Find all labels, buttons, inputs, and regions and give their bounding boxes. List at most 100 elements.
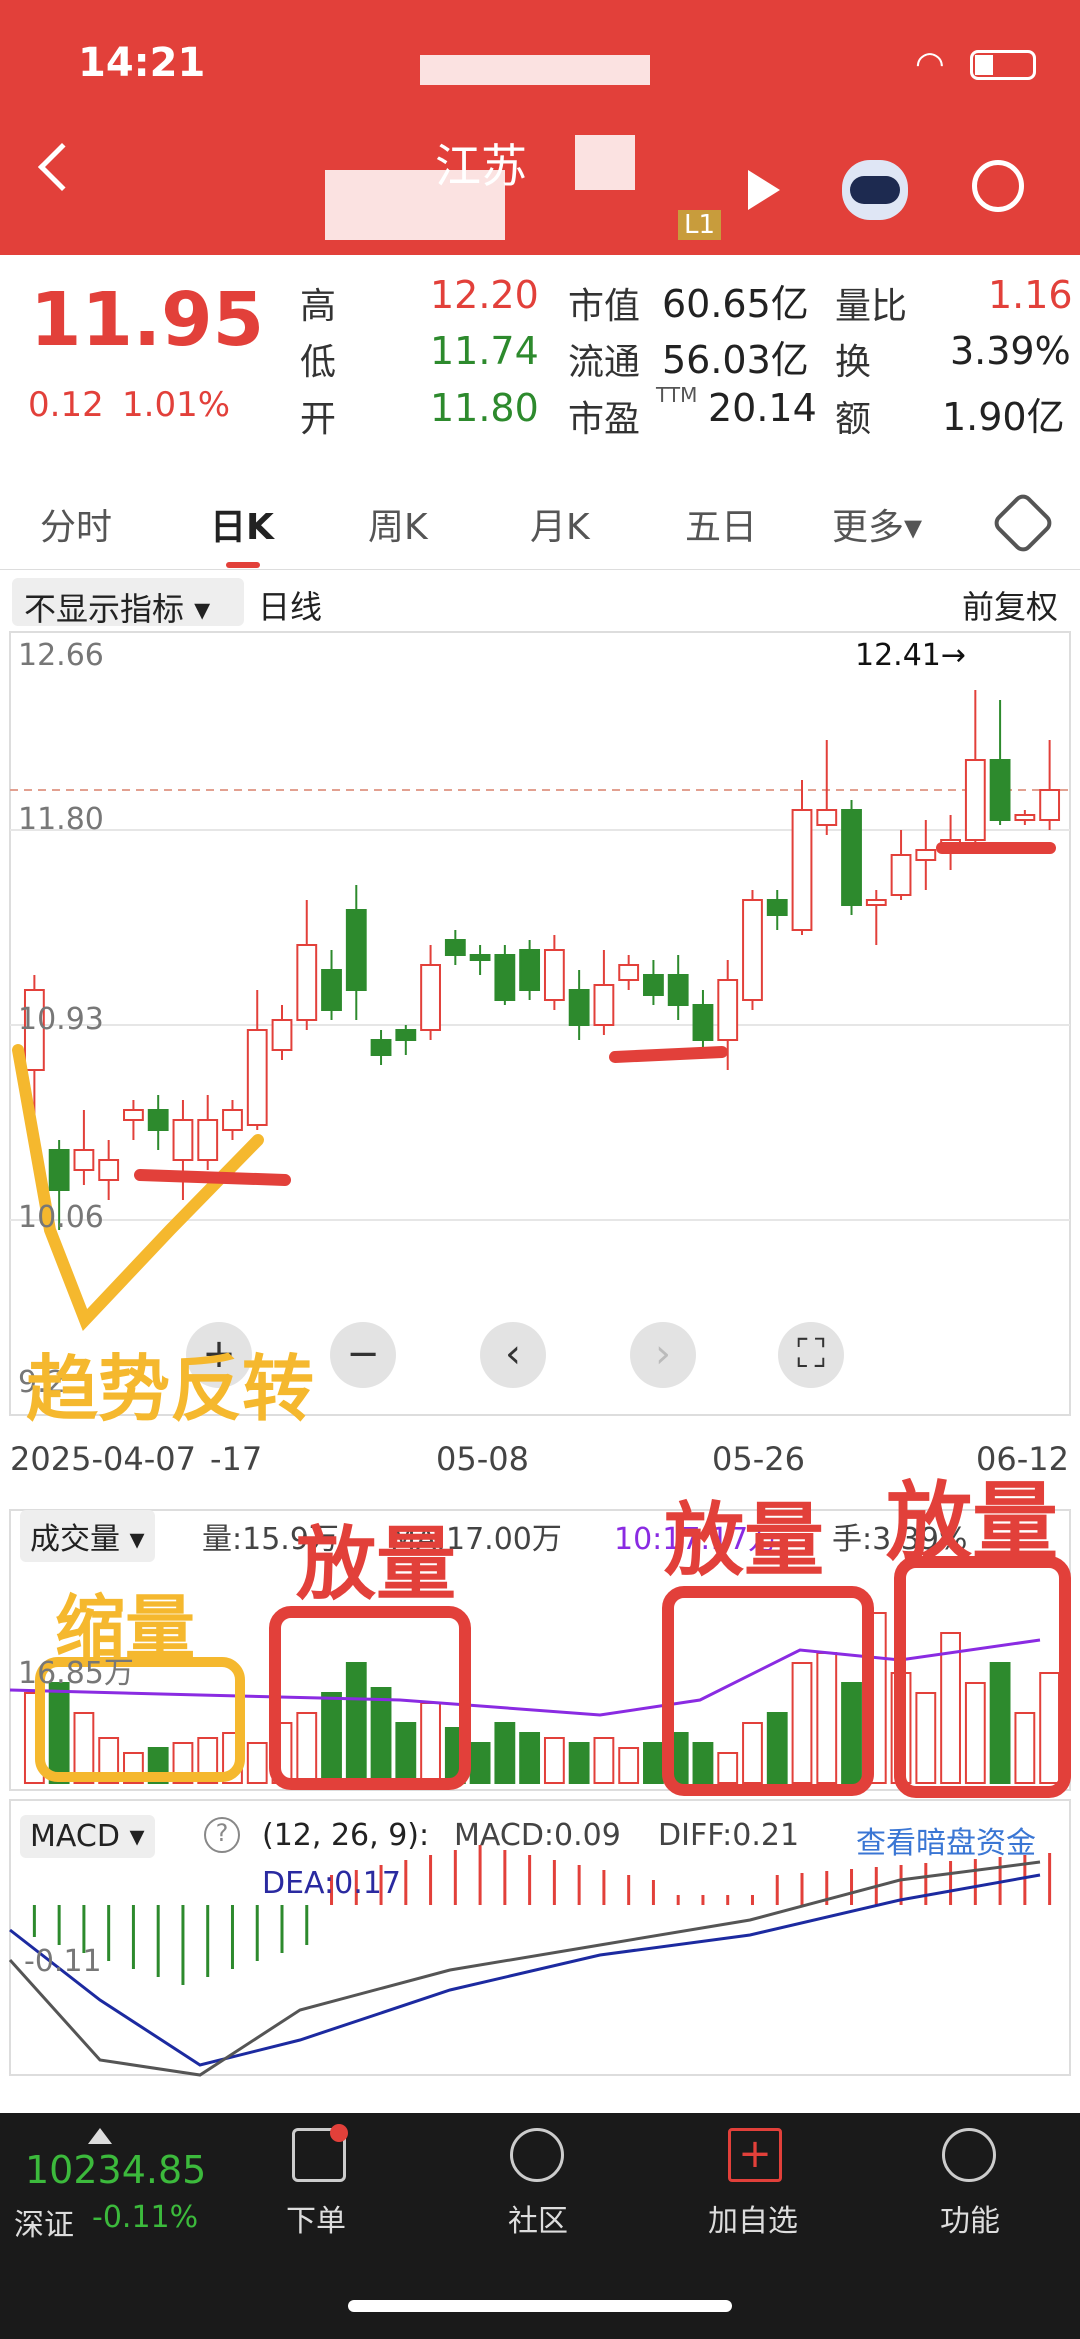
candle-body — [420, 964, 441, 1031]
candle-body — [568, 989, 590, 1026]
candle-body — [964, 759, 986, 841]
annotation-trend: 趋势反转 — [26, 1347, 315, 1431]
candle-body — [123, 1109, 144, 1121]
volume-bar — [989, 1662, 1011, 1784]
volume-bar — [345, 1662, 367, 1784]
dea-value: DEA:0.17 — [262, 1866, 401, 1901]
candle-body — [73, 1149, 95, 1171]
dea-line — [9, 1873, 1041, 2067]
diff-value: DIFF:0.21 — [658, 1818, 800, 1853]
help-icon[interactable]: ? — [204, 1817, 240, 1853]
volume-bar — [246, 1742, 268, 1784]
candle-body — [667, 974, 689, 1006]
volume-bar — [940, 1632, 961, 1784]
zoom-out-button[interactable]: − — [330, 1322, 396, 1388]
candle-body — [618, 964, 640, 981]
volume-bar — [296, 1712, 318, 1784]
candle-body — [444, 939, 466, 956]
candle-body — [643, 974, 664, 996]
candle-body — [816, 809, 838, 826]
nav-add-watchlist[interactable]: 加自选 — [708, 2196, 798, 2240]
volume-dropdown[interactable]: 成交量 ▾ — [20, 1510, 155, 1562]
candle-body — [246, 1029, 268, 1126]
nav-order[interactable]: 下单 — [286, 2196, 346, 2240]
x-label: 2025-04-07 — [10, 1440, 196, 1478]
menu-icon[interactable] — [942, 2128, 996, 2182]
scroll-left-button[interactable]: ‹ — [480, 1322, 546, 1388]
index-value[interactable]: 10234.85 — [25, 2148, 206, 2192]
candle-body — [692, 1004, 714, 1041]
volume-bar — [964, 1682, 986, 1784]
candle-body — [321, 969, 342, 1011]
candle-body — [222, 1109, 243, 1131]
candle-body — [890, 854, 912, 896]
candle-body — [915, 849, 937, 861]
candle-body — [296, 944, 318, 1021]
order-badge — [330, 2124, 348, 2142]
volume-bar — [543, 1737, 565, 1784]
home-indicator — [348, 2300, 732, 2312]
volume-bar — [395, 1722, 417, 1784]
index-name: 深证 — [14, 2208, 74, 2243]
candle-body — [469, 954, 491, 961]
volume-bar — [1039, 1672, 1061, 1784]
y-tick: 10.06 — [18, 1200, 104, 1235]
candle-body — [717, 979, 739, 1041]
candle-body — [766, 899, 788, 916]
x-label: 05-26 — [712, 1440, 805, 1478]
volume-bar — [1014, 1712, 1036, 1784]
macd-value: MACD:0.09 — [454, 1818, 621, 1853]
candle-body — [865, 899, 887, 906]
index-change: -0.11% — [92, 2200, 199, 2235]
fullscreen-button[interactable]: ⛶ — [778, 1322, 844, 1388]
index-up-icon — [88, 2128, 112, 2144]
candle-body — [742, 899, 763, 1001]
volume-bar — [717, 1752, 739, 1784]
y-tick: 10.93 — [18, 1002, 104, 1037]
volume-bar — [370, 1687, 392, 1784]
volume-bar — [742, 1722, 763, 1784]
volume-bar — [841, 1682, 862, 1784]
candle-body — [345, 909, 367, 991]
annotation-expand-2: 放量 — [664, 1494, 824, 1587]
annotation-expand-1: 放量 — [296, 1518, 456, 1611]
candle-body — [494, 954, 516, 1001]
y-tick: 11.80 — [18, 802, 104, 837]
volume-bar — [618, 1747, 640, 1784]
chart-frame — [9, 631, 1071, 1416]
volume-bar — [469, 1742, 491, 1784]
max-price-label: 12.41→ — [855, 638, 967, 673]
volume-bar — [494, 1722, 516, 1784]
candle-body — [1039, 789, 1061, 821]
candle-body — [271, 1019, 293, 1051]
macd-scale: -0.11 — [24, 1944, 102, 1979]
nav-function[interactable]: 功能 — [940, 2196, 1000, 2240]
volume-bar — [519, 1732, 541, 1784]
volume-bar — [791, 1662, 813, 1784]
candle-body — [48, 1149, 70, 1191]
volume-bar — [48, 1682, 70, 1784]
annotation-shrink: 缩量 — [55, 1587, 195, 1669]
hidden-fund-link[interactable]: 查看暗盘资金 — [856, 1818, 1036, 1862]
candle-body — [1014, 814, 1036, 821]
candle-body — [98, 1159, 120, 1181]
annotation-expand-3: 放量 — [886, 1473, 1058, 1573]
candle-body — [519, 949, 541, 991]
macd-dropdown[interactable]: MACD ▾ — [20, 1815, 155, 1858]
volume-bar — [766, 1712, 788, 1784]
volume-bar — [593, 1737, 615, 1784]
volume-bar — [816, 1652, 838, 1784]
community-icon[interactable] — [510, 2128, 564, 2182]
support-underline — [134, 1169, 291, 1186]
candle-body — [172, 1119, 194, 1161]
scroll-right-button[interactable]: › — [630, 1322, 696, 1388]
candle-body — [147, 1109, 169, 1131]
volume-bar — [568, 1742, 590, 1784]
candle-body — [370, 1039, 392, 1056]
nav-community[interactable]: 社区 — [508, 2196, 568, 2240]
volume-bar — [420, 1702, 441, 1784]
candle-body — [791, 809, 813, 931]
volume-bar — [643, 1742, 664, 1784]
add-watchlist-icon[interactable]: + — [728, 2128, 782, 2182]
kline-chart[interactable] — [0, 0, 1080, 2113]
